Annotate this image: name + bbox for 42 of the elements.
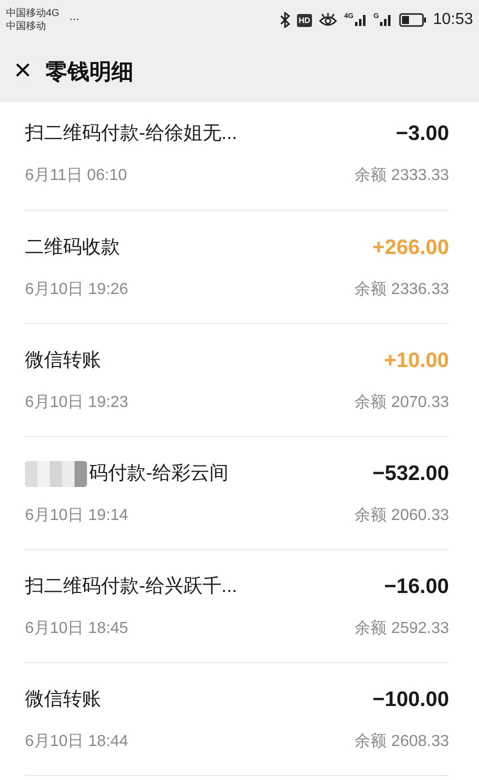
amount: −100.00 xyxy=(372,687,449,714)
transaction-row[interactable]: 微信转账 −100.00 6月10日 18:44 余额 2608.33 xyxy=(25,663,449,776)
bluetooth-icon xyxy=(278,12,291,28)
clock-time: 10:53 xyxy=(432,10,473,30)
close-button[interactable]: × xyxy=(14,56,32,86)
transaction-title: 微信转账 xyxy=(25,348,101,373)
transaction-row[interactable]: 微信转账 +10.00 6月10日 19:23 余额 2070.33 xyxy=(25,324,449,437)
transaction-title: 扫二维码付款-给徐姐无... xyxy=(25,122,238,146)
balance: 余额 2592.33 xyxy=(354,618,449,639)
balance: 余额 2608.33 xyxy=(354,732,449,752)
more-indicator: ... xyxy=(69,8,80,25)
transaction-date: 6月10日 19:26 xyxy=(25,280,128,300)
transaction-row[interactable]: 二维码收款 +266.00 6月10日 19:26 余额 2336.33 xyxy=(25,211,449,324)
transaction-date: 6月10日 19:23 xyxy=(25,392,128,413)
balance: 余额 2070.33 xyxy=(354,392,449,413)
transaction-title: 微信转账 xyxy=(25,688,101,712)
battery-icon xyxy=(398,13,427,27)
hd-badge: HD xyxy=(296,14,312,26)
transaction-row[interactable]: 扫二维码付款-给兴跃千... −16.00 6月10日 18:45 余额 2592.33 xyxy=(25,550,449,663)
transaction-date: 6月11日 06:10 xyxy=(25,166,127,186)
balance: 余额 2333.33 xyxy=(354,166,449,186)
page-title: 零钱明细 xyxy=(46,58,134,86)
signal-icon xyxy=(354,13,368,27)
eye-icon xyxy=(318,12,338,28)
amount: −16.00 xyxy=(384,574,449,600)
amount: +266.00 xyxy=(372,235,449,262)
transaction-row[interactable]: 扫二维码付款-给徐姐无... −3.00 6月11日 06:10 余额 2333.33 xyxy=(25,100,449,211)
carrier-name: 中国移动 xyxy=(6,20,47,33)
transaction-date: 6月10日 19:14 xyxy=(25,506,128,526)
amount: −3.00 xyxy=(396,121,449,148)
transaction-title: 扫二维码付款-给兴跃千... xyxy=(25,574,238,599)
carrier-name: 中国移动4G xyxy=(6,7,60,20)
balance: 余额 2336.33 xyxy=(354,280,449,300)
transaction-date: 6月10日 18:44 xyxy=(25,732,128,752)
transaction-date: 6月10日 18:45 xyxy=(25,618,128,639)
signal-icon xyxy=(378,13,393,27)
balance: 余额 2060.33 xyxy=(354,506,449,526)
transaction-row[interactable]: 码付款-给彩云间 −532.00 6月10日 19:14 余额 2060.33 xyxy=(25,437,449,550)
transaction-title: 二维码收款 xyxy=(25,236,120,260)
amount: +10.00 xyxy=(384,348,449,374)
transaction-title: 码付款-给彩云间 xyxy=(89,462,228,486)
amount: −532.00 xyxy=(372,461,449,488)
